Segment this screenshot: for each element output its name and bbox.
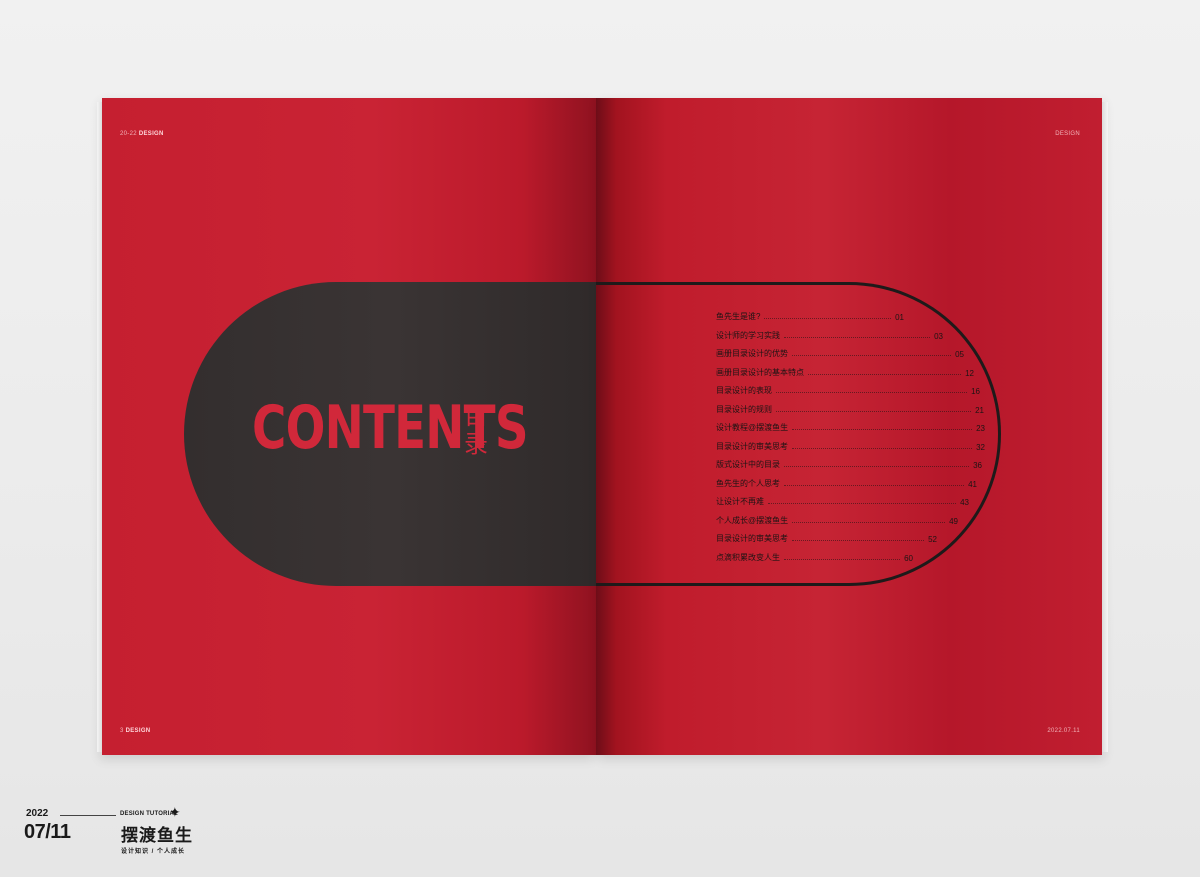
toc-item: 画册目录设计的基本特点 12 [716,364,974,378]
left-footer-label: DESIGN [125,728,151,734]
left-page: 20-22 DESIGN CONTENTS 目录 3 DESIGN [97,98,596,755]
toc-item: 目录设计的表现 16 [716,382,980,396]
toc-item-page: 23 [976,424,985,433]
toc-item-label: 鱼先生是谁? [716,312,761,321]
left-footer: 3 DESIGN [120,728,150,734]
toc-item-page: 03 [934,331,943,341]
toc-leader-dots [784,466,970,467]
toc-leader-dots [768,503,957,504]
brand-year: 2022 [26,808,49,819]
toc-leader-dots [776,392,968,393]
brand-divider [60,815,116,816]
left-header-prefix: 20-22 [120,131,137,137]
toc-item-page: 60 [904,553,913,563]
toc-item-label: 目录设计的审美思考 [716,534,788,543]
toc-leader-dots [784,558,901,560]
toc-item-page: 12 [965,368,974,378]
toc-leader-dots [792,521,946,523]
toc-item-label: 画册目录设计的优势 [716,349,788,358]
toc-item: 鱼先生是谁? 01 [716,308,904,322]
toc-item-label: 让设计不再难 [716,497,764,506]
toc-item-page: 05 [955,350,964,359]
toc-item: 让设计不再难 43 [716,493,969,507]
toc-item: 个人成长@摆渡鱼生 49 [716,512,958,526]
toc-leader-dots [792,429,973,430]
toc-item-page: 49 [949,516,958,526]
toc-item: 目录设计的规则 21 [716,401,984,415]
toc-item-label: 设计教程@摆渡鱼生 [716,423,789,432]
brand-name: 摆渡鱼生 [121,826,193,845]
toc-item-label: 版式设计中的目录 [716,460,780,469]
toc-item-label: 目录设计的审美思考 [716,441,788,451]
toc-leader-dots [764,318,892,319]
toc-item-label: 目录设计的表现 [716,386,772,395]
brand-subtitle: 设计知识 / 个人成长 [121,849,186,855]
toc-item-label: 目录设计的规则 [716,404,772,414]
toc-item-page: 36 [973,461,982,470]
toc-leader-dots [792,355,952,356]
toc-item-page: 52 [928,535,937,544]
toc-leader-dots [792,447,973,449]
toc-item-page: 43 [960,498,969,507]
toc-item-label: 画册目录设计的基本特点 [716,367,804,377]
toc-item-label: 个人成长@摆渡鱼生 [716,515,789,525]
right-header: DESIGN [1055,131,1080,137]
toc-item: 画册目录设计的优势 05 [716,345,964,359]
toc-leader-dots [792,540,925,541]
brand-date: 07/11 [24,821,71,843]
contents-title-cn: 目录 [464,403,488,458]
toc-item-label: 鱼先生的个人思考 [716,478,780,488]
toc-item: 目录设计的审美思考 52 [716,530,937,544]
toc-leader-dots [784,484,965,486]
toc-item: 目录设计的审美思考 32 [716,438,985,452]
four-point-star-icon: ✦ [169,804,181,820]
toc-item-page: 21 [975,405,984,415]
toc-item: 点滴积累改变人生 60 [716,549,913,563]
toc-item-page: 01 [895,313,904,322]
toc-item: 设计师的学习实践 03 [716,327,943,341]
toc-leader-dots [784,336,931,338]
toc-item: 鱼先生的个人思考 41 [716,475,977,489]
left-header: 20-22 DESIGN [120,131,164,137]
right-page: DESIGN 鱼先生是谁? 01 设计师的学习实践 03 画册目录设计的优势 05 画册目录… [596,98,1108,755]
left-footer-prefix: 3 [120,728,124,734]
toc-item-page: 32 [976,442,985,452]
toc-leader-dots [808,373,962,375]
brand-mark: 2022 07/11 DESIGN TUTORIAL ✦ 摆渡鱼生 设计知识 /… [24,804,224,858]
toc-item: 设计教程@摆渡鱼生 23 [716,419,985,433]
toc-item-label: 点滴积累改变人生 [716,552,780,562]
magazine-spread: 20-22 DESIGN CONTENTS 目录 3 DESIGN DESIGN… [97,98,1108,755]
toc-item-page: 16 [971,387,980,396]
left-header-label: DESIGN [138,131,164,137]
toc-item-page: 41 [968,479,977,489]
toc-leader-dots [776,410,972,412]
toc-item-label: 设计师的学习实践 [716,330,780,340]
toc-item: 版式设计中的目录 36 [716,456,982,470]
right-footer: 2022.07.11 [1047,728,1080,734]
